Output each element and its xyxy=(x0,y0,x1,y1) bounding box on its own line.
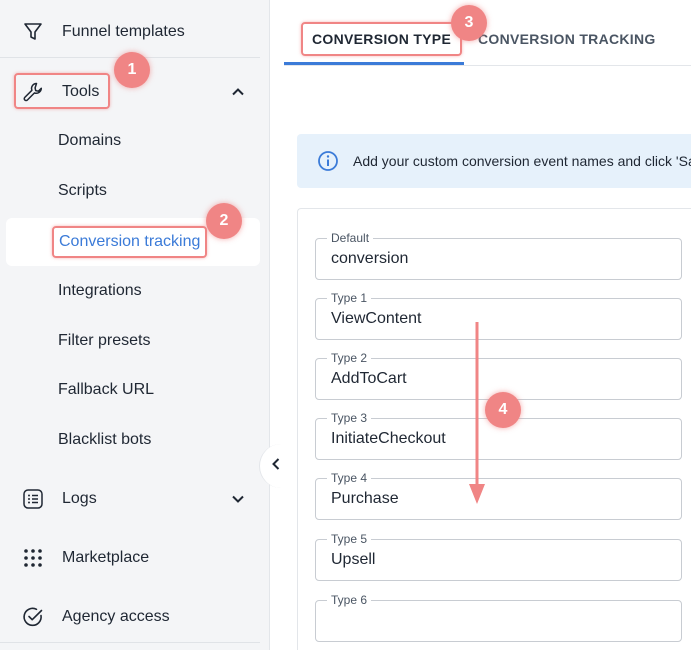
sidebar-item-label: Funnel templates xyxy=(62,23,185,40)
sidebar-item-label: Agency access xyxy=(62,608,170,625)
tab-conversion-type[interactable]: CONVERSION TYPE xyxy=(301,22,463,56)
field-value: AddToCart xyxy=(331,370,407,387)
field-value: conversion xyxy=(331,250,409,267)
field-label: Type 3 xyxy=(327,411,372,425)
active-tab-indicator xyxy=(284,62,464,65)
sidebar-item-marketplace[interactable]: Marketplace xyxy=(0,538,270,578)
sidebar-subitem-scripts[interactable]: Scripts xyxy=(58,176,107,206)
sidebar-subitem-conversion-tracking[interactable]: Conversion tracking xyxy=(52,226,208,258)
field-value: Purchase xyxy=(331,490,399,507)
field-label: Type 4 xyxy=(327,471,372,485)
chevron-up-icon[interactable] xyxy=(228,82,248,102)
sidebar-item-funnel-templates[interactable]: Funnel templates xyxy=(0,12,270,52)
callout-badge-4: 4 xyxy=(485,392,521,428)
sidebar-item-label: Marketplace xyxy=(62,549,150,566)
chevron-left-icon xyxy=(270,457,282,476)
sidebar-subitem-filter-presets[interactable]: Filter presets xyxy=(58,326,150,356)
sidebar-item-label: Logs xyxy=(62,490,97,507)
sidebar-subitem-fallback-url[interactable]: Fallback URL xyxy=(58,375,154,405)
type-1-field[interactable]: Type 1 ViewContent xyxy=(315,291,682,340)
tab-bar: CONVERSION TYPE CONVERSION TRACKING xyxy=(284,0,691,66)
field-label: Default xyxy=(327,231,374,245)
info-icon xyxy=(317,150,339,172)
info-banner: Add your custom conversion event names a… xyxy=(297,134,691,188)
check-circle-icon xyxy=(22,606,44,628)
sidebar: Funnel templates Tools Domains Scripts C… xyxy=(0,0,270,650)
sidebar-item-logs[interactable]: Logs xyxy=(0,479,270,519)
callout-badge-1: 1 xyxy=(114,52,150,88)
field-label: Type 1 xyxy=(327,291,372,305)
field-label: Type 6 xyxy=(327,593,372,607)
field-value: ViewContent xyxy=(331,310,422,327)
grid-dots-icon xyxy=(22,547,44,569)
field-label: Type 5 xyxy=(327,532,372,546)
collapse-sidebar-button[interactable] xyxy=(259,444,295,488)
field-value: Upsell xyxy=(331,551,376,568)
list-icon xyxy=(22,488,44,510)
sidebar-subitem-blacklist-bots[interactable]: Blacklist bots xyxy=(58,425,151,455)
type-5-field[interactable]: Type 5 Upsell xyxy=(315,532,682,581)
default-field[interactable]: Default conversion xyxy=(315,231,682,280)
callout-badge-2: 2 xyxy=(206,203,242,239)
sidebar-subitem-domains[interactable]: Domains xyxy=(58,126,121,156)
wrench-icon xyxy=(22,81,44,103)
chevron-down-icon[interactable] xyxy=(228,489,248,509)
sidebar-subitem-integrations[interactable]: Integrations xyxy=(58,276,142,306)
type-4-field[interactable]: Type 4 Purchase xyxy=(315,471,682,520)
sidebar-item-agency-access[interactable]: Agency access xyxy=(0,597,270,637)
sidebar-divider xyxy=(0,642,260,643)
field-label: Type 2 xyxy=(327,351,372,365)
type-6-field[interactable]: Type 6 xyxy=(315,593,682,642)
info-text: Add your custom conversion event names a… xyxy=(353,153,691,169)
field-value: InitiateCheckout xyxy=(331,430,446,447)
sidebar-item-label: Tools xyxy=(62,83,100,100)
callout-badge-3: 3 xyxy=(451,5,487,41)
funnel-icon xyxy=(22,21,44,43)
tab-conversion-tracking[interactable]: CONVERSION TRACKING xyxy=(478,22,656,56)
